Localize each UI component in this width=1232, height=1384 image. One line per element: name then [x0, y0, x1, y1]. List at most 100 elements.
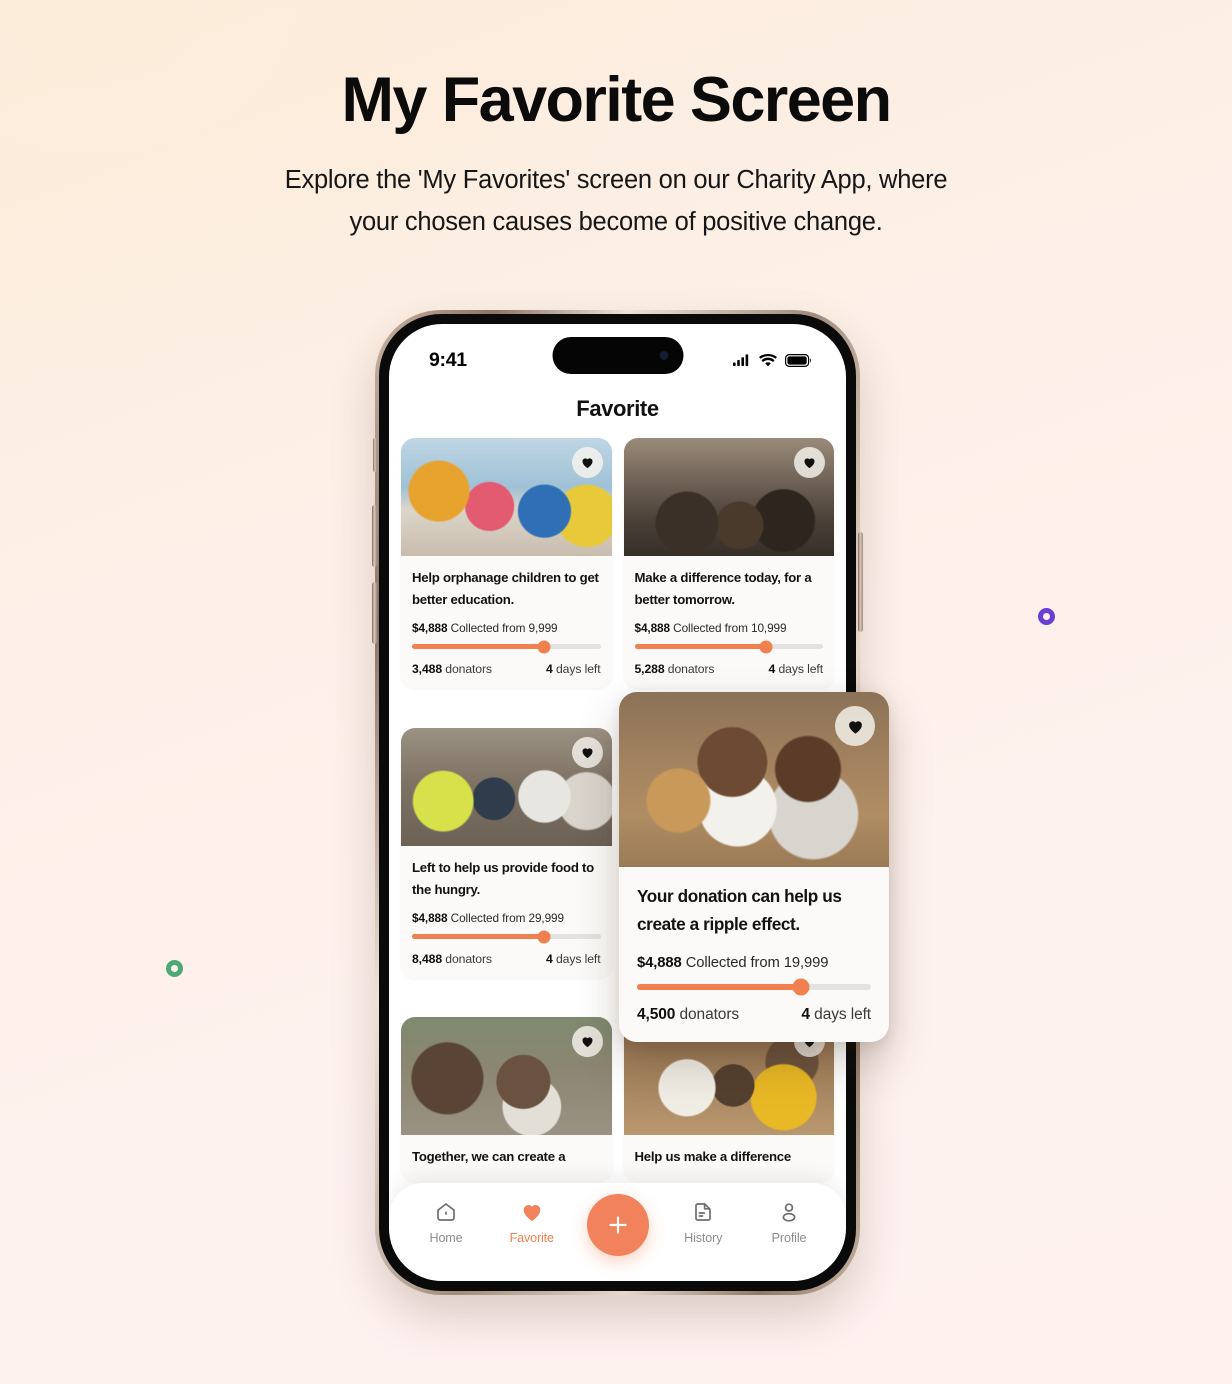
- tab-profile[interactable]: Profile: [758, 1200, 820, 1245]
- progress-bar[interactable]: [634, 640, 823, 654]
- favorite-heart-button[interactable]: [571, 447, 603, 478]
- wifi-icon: [759, 353, 777, 366]
- card-amount-row: $4,888 Collected from 9,999: [412, 621, 601, 635]
- card-body: Make a difference today, for a better to…: [624, 556, 835, 688]
- favorite-heart-button[interactable]: [571, 736, 603, 768]
- document-icon: [695, 1203, 712, 1221]
- card-title: Together, we can create a: [412, 1149, 566, 1165]
- power-button[interactable]: [858, 532, 863, 632]
- charity-card[interactable]: Left to help us provide food to the hung…: [401, 727, 612, 979]
- card-photo: [401, 1017, 612, 1136]
- decorative-green-circle: [166, 960, 183, 977]
- heart-icon: [848, 720, 862, 734]
- progress-knob[interactable]: [759, 640, 773, 654]
- donators-stat: 3,488 donators: [412, 662, 492, 676]
- heart-icon: [804, 458, 815, 469]
- decorative-purple-circle: [1038, 608, 1055, 625]
- days-left-stat: 4 days left: [801, 1006, 871, 1024]
- card-amount: $4,888: [637, 954, 682, 971]
- card-goal-text: Collected from 9,999: [450, 621, 558, 636]
- card-photo: [401, 727, 612, 846]
- dynamic-island: [552, 337, 683, 374]
- card-title: Help orphanage children to get better ed…: [412, 570, 599, 608]
- volume-down-button[interactable]: [372, 582, 377, 644]
- tab-history[interactable]: History: [672, 1200, 734, 1245]
- progress-knob[interactable]: [792, 978, 810, 996]
- battery-icon: [785, 353, 812, 367]
- progress-knob[interactable]: [537, 640, 551, 654]
- tab-label: History: [684, 1231, 723, 1245]
- favorite-heart-button[interactable]: [835, 706, 875, 746]
- status-bar: 9:41: [389, 324, 846, 382]
- heart-icon: [581, 1037, 593, 1048]
- featured-charity-card[interactable]: Your donation can help us create a rippl…: [619, 692, 889, 1043]
- silent-switch-button[interactable]: [373, 438, 377, 472]
- card-body: Help orphanage children to get better ed…: [401, 556, 612, 688]
- progress-knob[interactable]: [537, 930, 551, 944]
- status-time: 9:41: [429, 348, 467, 371]
- card-body: Your donation can help us create a rippl…: [619, 867, 889, 1042]
- card-goal-text: Collected from 29,999: [450, 911, 564, 926]
- donators-count: 8,488: [412, 952, 442, 967]
- days-label: days left: [556, 662, 601, 677]
- heart-icon: [581, 748, 593, 758]
- screen-title: Favorite: [576, 396, 659, 421]
- card-amount-row: $4,888 Collected from 19,999: [637, 955, 871, 971]
- donators-stat: 4,500 donators: [637, 1006, 739, 1024]
- donators-label: donators: [445, 952, 492, 967]
- status-icons: [733, 353, 812, 367]
- donators-count: 3,488: [412, 662, 442, 677]
- card-body: Help us make a difference: [624, 1135, 835, 1180]
- card-photo: [619, 692, 889, 867]
- page-title: My Favorite Screen: [341, 65, 893, 135]
- progress-bar[interactable]: [412, 640, 601, 654]
- tab-favorite[interactable]: Favorite: [501, 1200, 563, 1245]
- days-number: 4: [546, 952, 553, 967]
- progress-fill: [637, 983, 801, 991]
- card-title: Help us make a difference: [634, 1149, 792, 1165]
- days-label: days left: [778, 662, 824, 677]
- days-left-stat: 4 days left: [768, 662, 824, 677]
- charity-card[interactable]: Make a difference today, for a better to…: [623, 438, 835, 689]
- charity-card[interactable]: Help orphanage children to get better ed…: [401, 438, 612, 689]
- donators-count: 4,500: [637, 1006, 676, 1024]
- donators-count: 5,288: [634, 662, 665, 677]
- tab-home[interactable]: Home: [415, 1200, 477, 1245]
- add-donation-fab[interactable]: [586, 1194, 649, 1256]
- card-goal-text: Collected from 10,999: [673, 621, 787, 636]
- person-icon: [782, 1203, 796, 1222]
- favorite-heart-button[interactable]: [794, 447, 825, 478]
- card-amount-row: $4,888 Collected from 10,999: [635, 621, 824, 635]
- favorite-heart-button[interactable]: [571, 1026, 603, 1058]
- progress-bar[interactable]: [412, 930, 601, 944]
- card-amount: $4,888: [412, 911, 448, 926]
- donators-label: donators: [679, 1006, 740, 1024]
- home-icon: [437, 1203, 455, 1221]
- plus-icon: [608, 1216, 627, 1234]
- donators-stat: 5,288 donators: [635, 662, 715, 676]
- progress-fill: [412, 644, 544, 650]
- card-meta: 4,500 donators 4 days left: [637, 1006, 871, 1024]
- charity-card[interactable]: Together, we can create a: [401, 1017, 612, 1181]
- card-title: Your donation can help us create a rippl…: [637, 886, 842, 934]
- tab-label: Profile: [771, 1231, 807, 1245]
- days-number: 4: [546, 662, 553, 677]
- card-body: Together, we can create a: [401, 1135, 612, 1180]
- card-meta: 8,488 donators 4 days left: [412, 952, 601, 966]
- subtitle-line-1: Explore the 'My Favorites' screen on our…: [284, 166, 948, 195]
- card-meta: 5,288 donators 4 days left: [635, 662, 824, 676]
- progress-fill: [634, 644, 767, 650]
- progress-bar[interactable]: [637, 978, 871, 996]
- card-photo: [401, 438, 612, 556]
- card-photo: [623, 438, 834, 556]
- progress-fill: [412, 934, 544, 940]
- hero-section: My Favorite Screen Explore the 'My Favor…: [0, 0, 1232, 244]
- donators-stat: 8,488 donators: [412, 952, 492, 966]
- bottom-tab-bar[interactable]: Home Favorite History Profile: [389, 1183, 846, 1281]
- card-body: Left to help us provide food to the hung…: [401, 846, 612, 978]
- volume-up-button[interactable]: [372, 505, 377, 567]
- days-number: 4: [768, 662, 776, 677]
- page-subtitle: Explore the 'My Favorites' screen on our…: [0, 160, 1232, 244]
- card-meta: 3,488 donators 4 days left: [412, 662, 601, 676]
- card-title: Left to help us provide food to the hung…: [412, 859, 594, 897]
